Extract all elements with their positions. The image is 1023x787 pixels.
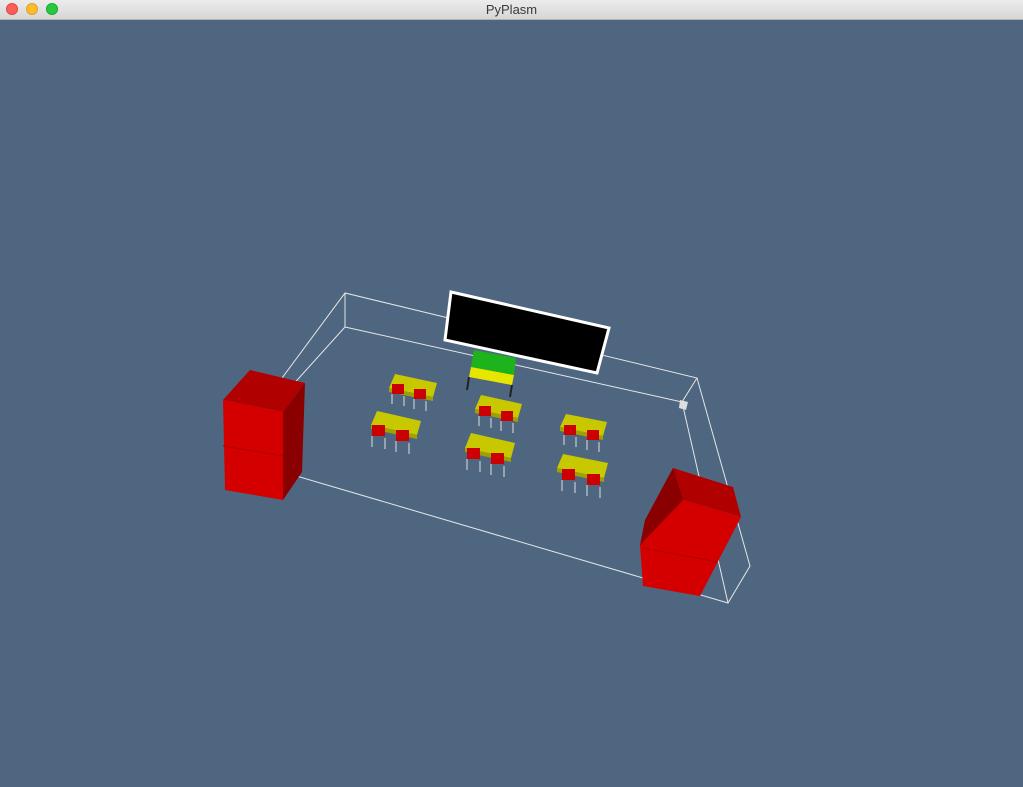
3d-scene[interactable]	[0, 20, 1023, 787]
light-marker	[679, 400, 688, 410]
student-desk-1	[389, 374, 437, 411]
student-desk-6	[557, 454, 608, 498]
window-title: PyPlasm	[485, 2, 538, 17]
pyplasm-window: PyPlasm	[0, 0, 1023, 787]
student-desk-4	[371, 411, 421, 454]
student-desk-5	[465, 433, 515, 477]
teacher-desk	[466, 350, 516, 398]
left-cabinet	[222, 370, 305, 500]
blackboard	[443, 290, 611, 375]
title-bar[interactable]: PyPlasm	[0, 0, 1023, 20]
student-desk-2	[475, 395, 522, 433]
right-cabinet	[640, 468, 741, 596]
student-desk-3	[560, 414, 607, 452]
3d-viewport[interactable]	[0, 20, 1023, 787]
